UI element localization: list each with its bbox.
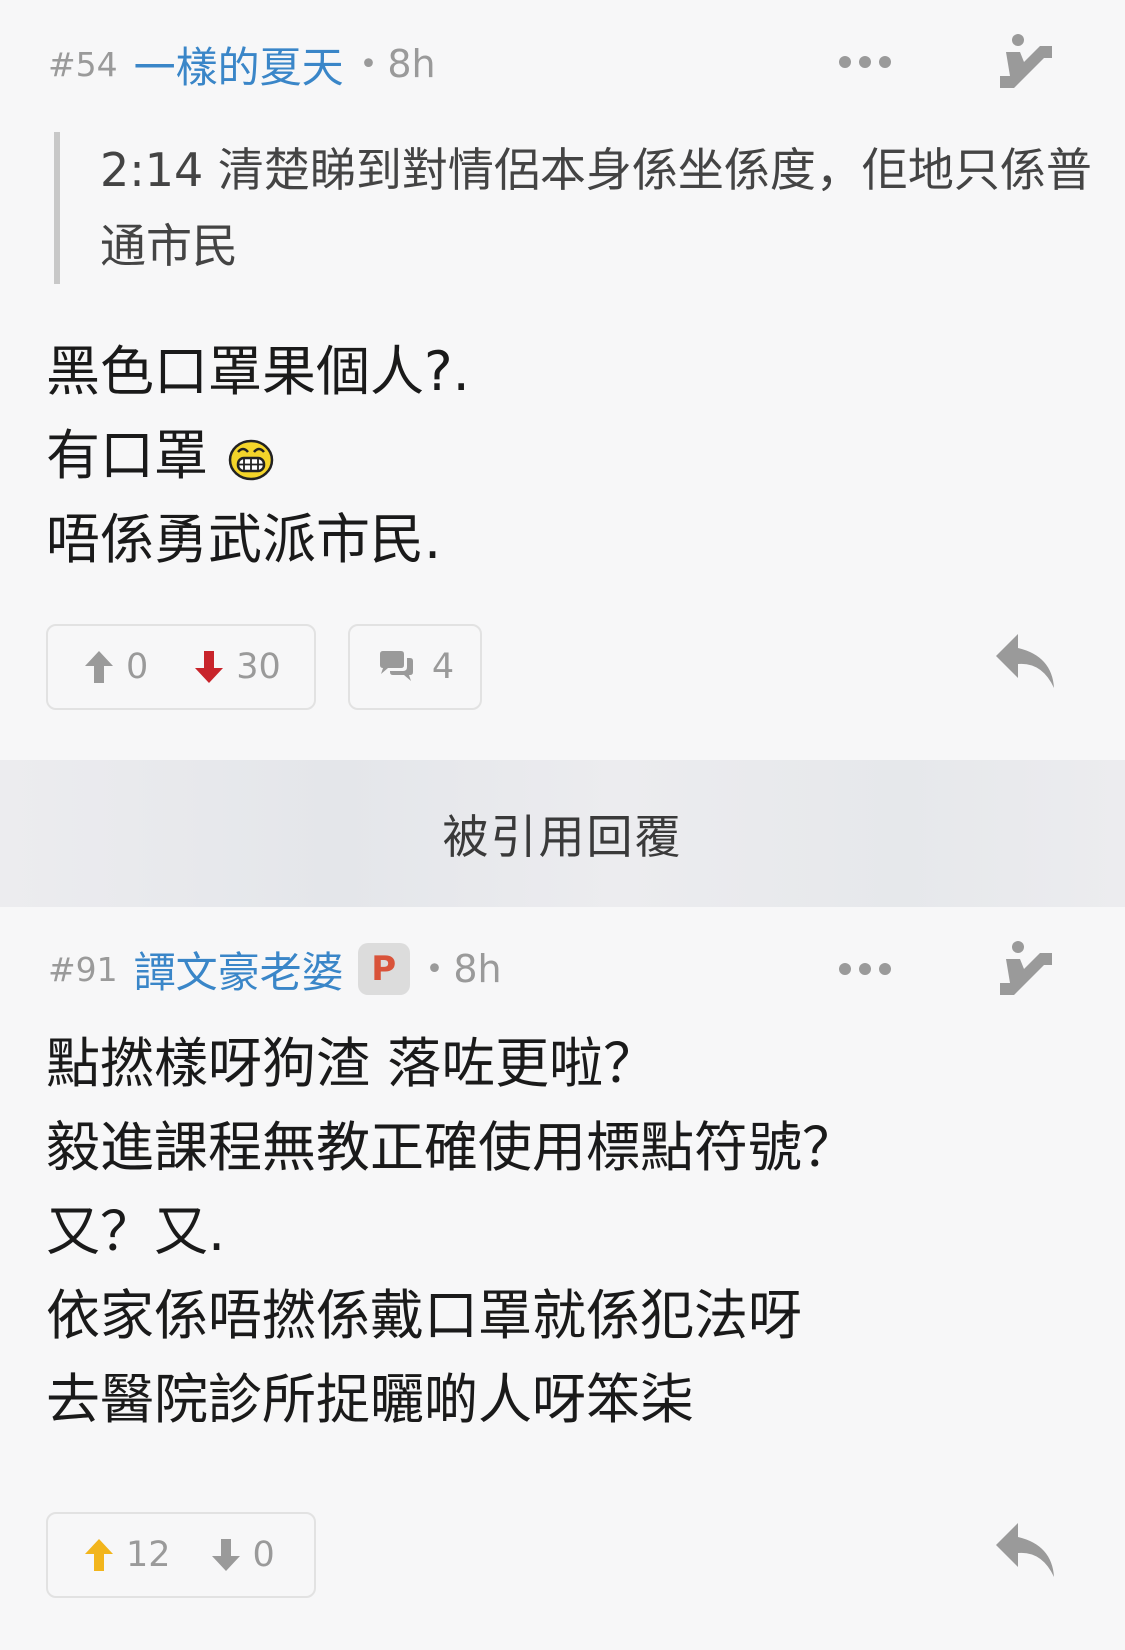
reply-count: 4 — [431, 647, 455, 687]
post-header: #91 譚文豪老婆 P • 8h — [48, 941, 502, 997]
post-line: 依家係唔撚係戴口罩就係犯法呀 — [46, 1284, 802, 1347]
downvote-button[interactable]: 0 — [211, 1514, 275, 1596]
downvote-count: 0 — [252, 1535, 275, 1575]
upvote-count: 12 — [126, 1535, 171, 1575]
arrow-down-icon — [195, 651, 224, 683]
arrow-up-icon — [85, 1539, 113, 1571]
post-line-with-emoji: 有口罩 — [46, 414, 1086, 498]
post-line: 點撚樣呀狗渣 落咗更啦？ — [46, 1032, 658, 1095]
downvote-count: 30 — [236, 647, 281, 687]
quoted-text: 2:14 清楚睇到對情侶本身係坐係度，佢地只係普通市民 — [54, 132, 1094, 284]
quoted-replies-label: 被引用回覆 — [442, 809, 683, 864]
post-number: #54 — [48, 44, 118, 84]
separator-dot: • — [425, 951, 444, 987]
escalator-icon — [1000, 941, 1052, 995]
author-name[interactable]: 譚文豪老婆 — [134, 939, 344, 1000]
post-header: #54 一樣的夏天 • 8h — [48, 36, 436, 92]
upvote-button[interactable]: 0 — [84, 626, 148, 708]
escalator-icon — [1000, 34, 1052, 88]
arrow-down-icon — [211, 1539, 240, 1571]
more-dots-icon — [839, 56, 891, 68]
author-name[interactable]: 一樣的夏天 — [134, 34, 344, 95]
reply-button[interactable] — [994, 1521, 1060, 1581]
more-options-button[interactable] — [830, 40, 900, 84]
arrow-up-icon — [85, 651, 113, 683]
author-badge: P — [357, 943, 410, 995]
reply-arrow-icon — [996, 634, 1054, 688]
view-replies-button[interactable]: 4 — [348, 624, 482, 710]
post-line: 唔係勇武派市民. — [46, 508, 442, 571]
reply-button[interactable] — [994, 632, 1060, 692]
quoted-replies-banner[interactable]: 被引用回覆 — [0, 760, 1125, 907]
post-time: 8h — [453, 947, 502, 991]
jump-to-post-button[interactable] — [990, 28, 1060, 98]
separator-dot: • — [359, 46, 378, 82]
vote-box: 12 0 — [46, 1512, 316, 1598]
post-line: 毅進課程無教正確使用標點符號？ — [46, 1116, 856, 1179]
post-number: #91 — [48, 949, 118, 989]
more-dots-icon — [839, 963, 891, 975]
post-54: #54 一樣的夏天 • 8h 2:14 清楚睇到對情侶本身係坐係度，佢地只係普通… — [0, 0, 1125, 760]
upvote-button[interactable]: 12 — [84, 1514, 171, 1596]
post-line: 黑色口罩果個人?. — [46, 340, 470, 403]
post-body: 黑色口罩果個人?. 有口罩 唔係勇武派市民. — [46, 330, 1086, 582]
vote-box: 0 30 — [46, 624, 316, 710]
post-body: 點撚樣呀狗渣 落咗更啦？ 毅進課程無教正確使用標點符號？ 又？又. 依家係唔撚係… — [46, 1022, 1086, 1442]
grinning-face-emoji-icon — [228, 440, 274, 481]
downvote-button[interactable]: 30 — [194, 626, 281, 708]
post-line: 去醫院診所捉曬啲人呀笨柒 — [46, 1368, 694, 1431]
post-line: 又？又. — [46, 1200, 226, 1263]
reply-arrow-icon — [996, 1523, 1054, 1577]
post-line-text: 有口罩 — [46, 424, 208, 487]
jump-to-post-button[interactable] — [990, 935, 1060, 1005]
upvote-count: 0 — [126, 647, 149, 687]
post-91: #91 譚文豪老婆 P • 8h 點撚樣呀狗渣 落咗更啦？ 毅進課程無教正確使用… — [0, 907, 1125, 1650]
comments-icon — [379, 651, 413, 681]
post-time: 8h — [387, 42, 436, 86]
more-options-button[interactable] — [830, 947, 900, 991]
